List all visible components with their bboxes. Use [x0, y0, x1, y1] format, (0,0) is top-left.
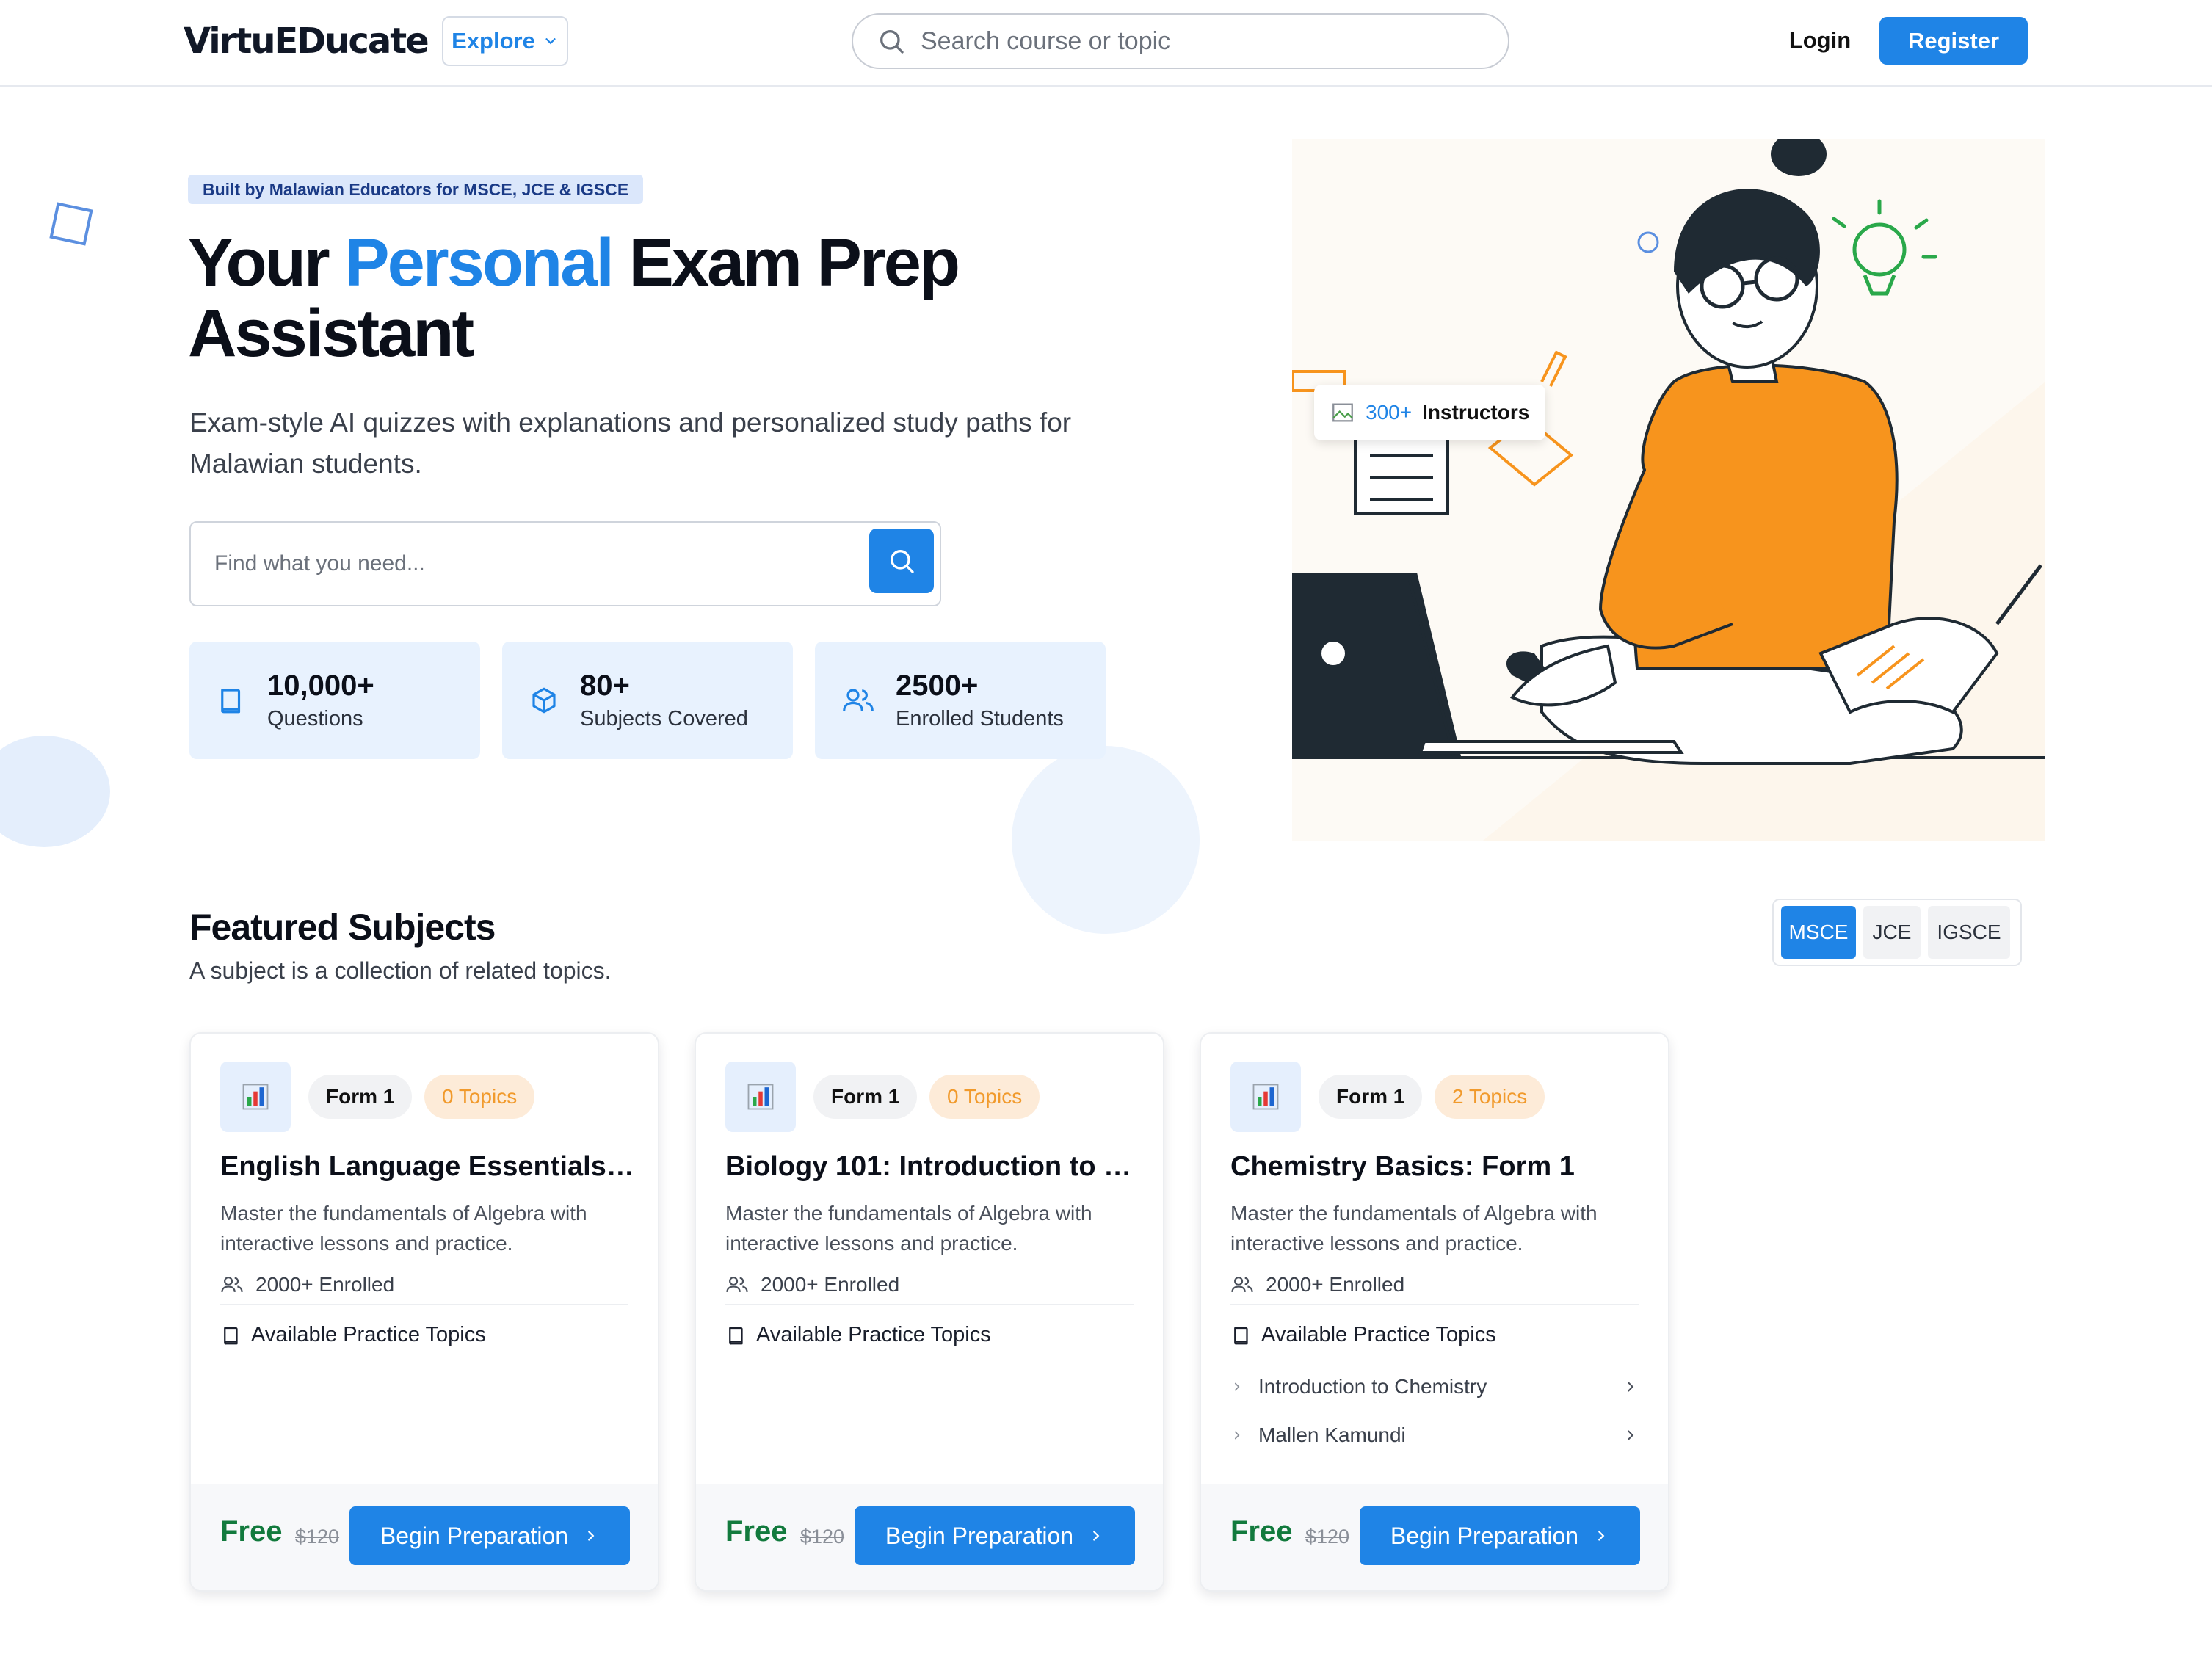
enrolled-count: 2000+ Enrolled [725, 1273, 899, 1296]
subject-card-biology[interactable]: Form 1 0 Topics Biology 101: Introductio… [695, 1032, 1164, 1592]
top-search-input[interactable] [921, 26, 1435, 56]
topic-item-label: Mallen Kamundi [1258, 1423, 1406, 1446]
topic-item-label: Introduction to Chemistry [1258, 1375, 1487, 1398]
subject-card-english[interactable]: Form 1 0 Topics English Language Essenti… [189, 1032, 659, 1592]
users-icon [843, 689, 874, 711]
cube-icon [532, 687, 556, 714]
old-price: $120 [295, 1526, 340, 1548]
card-description: Master the fundamentals of Algebra with … [725, 1202, 1092, 1255]
book-icon [729, 1327, 743, 1344]
users-icon [221, 1277, 243, 1292]
divider [220, 1304, 628, 1305]
card-footer: Free $120 Begin Preparation [191, 1484, 658, 1590]
stat-label: Questions [267, 707, 363, 730]
brand-logo[interactable]: VirtuE Ducate [184, 19, 429, 63]
topics-badge: 0 Topics [424, 1075, 535, 1119]
top-navigation-bar: VirtuEDucate Explore Login Register [0, 0, 2212, 87]
top-search-bar[interactable] [852, 13, 1509, 69]
login-button[interactable]: Login [1774, 16, 1866, 65]
chart-icon [220, 1062, 291, 1132]
hero-badge: Built by Malawian Educators for MSCE, JC… [188, 175, 644, 204]
explore-label: Explore [452, 28, 535, 54]
subject-card-chemistry[interactable]: Form 1 2 Topics Chemistry Basics: Form 1… [1200, 1032, 1669, 1592]
instructors-count: 300+ [1366, 401, 1413, 424]
users-icon [1231, 1277, 1253, 1292]
instructors-badge: 300+ Instructors [1314, 385, 1546, 440]
stat-students: 2500+ Enrolled Students [815, 642, 1106, 759]
card-description: Master the fundamentals of Algebra with … [220, 1202, 587, 1255]
explore-dropdown[interactable]: Explore [442, 16, 568, 66]
featured-subtitle: A subject is a collection of related top… [189, 957, 612, 984]
hero-search-box [189, 521, 941, 606]
topics-badge: 0 Topics [929, 1075, 1040, 1119]
image-placeholder-icon [1332, 403, 1353, 422]
chart-icon [1230, 1062, 1301, 1132]
card-footer: Free $120 Begin Preparation [1201, 1484, 1668, 1590]
practice-topics-label: Available Practice Topics [220, 1323, 486, 1347]
book-icon [221, 689, 241, 714]
form-badge: Form 1 [813, 1075, 918, 1119]
practice-topics-label: Available Practice Topics [725, 1323, 991, 1347]
decorative-square [49, 202, 93, 246]
hero-title: Your Personal Exam Prep Assistant [188, 225, 960, 371]
hero-search-input[interactable] [214, 551, 816, 576]
begin-preparation-button[interactable]: Begin Preparation [349, 1506, 630, 1565]
price-free: Free [220, 1515, 283, 1548]
decorative-circle [1012, 746, 1200, 934]
chevron-right-icon [1598, 1531, 1605, 1541]
users-icon [726, 1277, 748, 1292]
card-title: English Language Essentials: Form 1 [220, 1151, 639, 1182]
topics-badge: 2 Topics [1435, 1075, 1545, 1119]
chevron-right-icon [588, 1531, 595, 1541]
decorative-blob-left [0, 736, 110, 847]
hero-subtitle: Exam-style AI quizzes with explanations … [189, 407, 1072, 479]
book-icon [1234, 1327, 1248, 1344]
card-footer: Free $120 Begin Preparation [696, 1484, 1163, 1590]
search-icon [880, 30, 904, 54]
card-description: Master the fundamentals of Algebra with … [1230, 1202, 1598, 1255]
instructors-label: Instructors [1422, 401, 1530, 424]
enrolled-count: 2000+ Enrolled [220, 1273, 394, 1296]
stat-questions: 10,000+ Questions [189, 642, 480, 759]
form-badge: Form 1 [1319, 1075, 1423, 1119]
tab-jce[interactable]: JCE [1863, 906, 1921, 959]
chart-icon [725, 1062, 796, 1132]
enrolled-count: 2000+ Enrolled [1230, 1273, 1404, 1296]
begin-preparation-button[interactable]: Begin Preparation [1360, 1506, 1640, 1565]
stat-label: Enrolled Students [896, 707, 1064, 730]
chevron-right-icon [1628, 1382, 1634, 1392]
topic-item[interactable]: Introduction to Chemistry [1230, 1368, 1639, 1405]
hero-search-button[interactable] [869, 529, 934, 593]
stat-value: 10,000+ [267, 670, 374, 702]
stat-value: 2500+ [896, 670, 979, 702]
chevron-right-icon [1234, 1382, 1240, 1391]
chevron-right-icon [1234, 1431, 1240, 1440]
begin-preparation-button[interactable]: Begin Preparation [855, 1506, 1135, 1565]
divider [725, 1304, 1134, 1305]
exam-tabs: MSCE JCE IGSCE [1772, 899, 2022, 966]
divider [1230, 1304, 1639, 1305]
search-icon [891, 550, 914, 573]
price-free: Free [725, 1515, 788, 1548]
price-free: Free [1230, 1515, 1293, 1548]
practice-topics-label: Available Practice Topics [1230, 1323, 1496, 1347]
book-icon [224, 1327, 238, 1344]
tab-igsce[interactable]: IGSCE [1928, 906, 2010, 959]
chevron-down-icon [545, 38, 556, 45]
stat-label: Subjects Covered [580, 707, 748, 730]
stat-subjects: 80+ Subjects Covered [502, 642, 793, 759]
featured-title: Featured Subjects [189, 907, 496, 948]
old-price: $120 [800, 1526, 845, 1548]
topic-item[interactable]: Mallen Kamundi [1230, 1417, 1639, 1454]
form-badge: Form 1 [308, 1075, 413, 1119]
register-button[interactable]: Register [1879, 17, 2028, 65]
hero-illustration [1292, 139, 2045, 841]
card-title: Biology 101: Introduction to Life Scienc… [725, 1151, 1144, 1182]
old-price: $120 [1305, 1526, 1350, 1548]
chevron-right-icon [1628, 1430, 1634, 1440]
stat-value: 80+ [580, 670, 630, 702]
chevron-right-icon [1093, 1531, 1100, 1541]
tab-msce[interactable]: MSCE [1781, 906, 1856, 959]
card-title: Chemistry Basics: Form 1 [1230, 1151, 1575, 1182]
